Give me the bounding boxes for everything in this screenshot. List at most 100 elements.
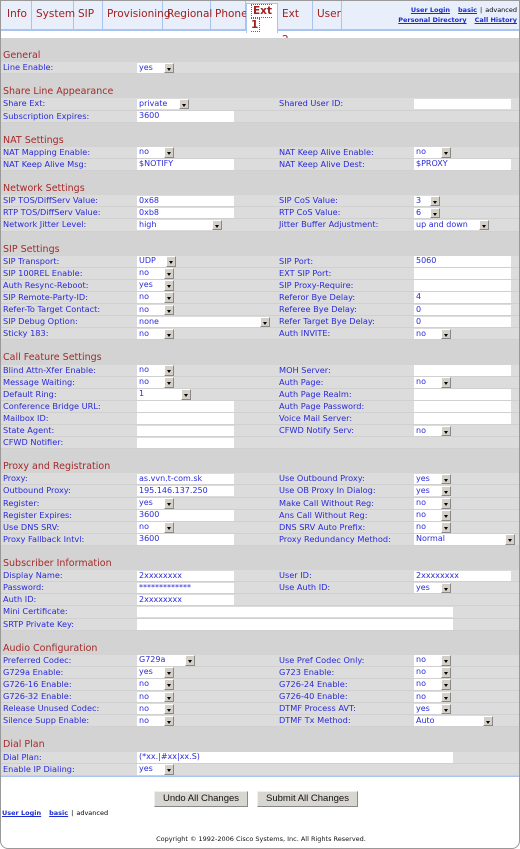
ext-sip-port-input[interactable] (414, 268, 511, 279)
submit-all-changes-button[interactable]: Submit All Changes (257, 791, 358, 807)
share-ext-select[interactable]: private (137, 98, 189, 110)
release-unused-codec-select[interactable]: no (137, 703, 174, 715)
g726-40-enable-select[interactable]: no (414, 691, 451, 703)
sip-tos-diffserv-value-input[interactable]: 0x68 (137, 195, 234, 207)
chevron-down-icon[interactable] (179, 98, 189, 110)
sip-transport-select[interactable]: UDP (137, 256, 176, 267)
cfwd-notifier-input[interactable] (137, 437, 234, 449)
chevron-down-icon[interactable] (441, 328, 451, 340)
bottom-basic-link[interactable]: basic (49, 809, 68, 817)
password-input[interactable]: ************* (137, 582, 234, 594)
message-waiting-select[interactable]: no (137, 377, 174, 388)
g726-16-enable-select[interactable]: no (137, 679, 174, 690)
g726-32-enable-select[interactable]: no (137, 691, 174, 703)
preferred-codec-select[interactable]: G729a (137, 655, 195, 666)
dns-srv-auto-prefix-select[interactable]: no (414, 522, 451, 533)
make-call-without-reg-select[interactable]: no (414, 498, 451, 509)
chevron-down-icon[interactable] (441, 667, 451, 678)
proxy-fallback-intvl-input[interactable]: 3600 (137, 534, 234, 545)
network-jitter-level-select[interactable]: high (137, 219, 222, 231)
ans-call-without-reg-select[interactable]: no (414, 510, 451, 521)
tab-sip[interactable]: SIP (74, 1, 103, 29)
tab-user[interactable]: User (313, 1, 342, 29)
sip-cos-value-select[interactable]: 3 (414, 195, 440, 207)
enable-ip-dialing-select[interactable]: yes (137, 764, 174, 775)
chevron-down-icon[interactable] (164, 377, 174, 388)
refer-target-bye-delay-input[interactable]: 0 (414, 316, 511, 328)
chevron-down-icon[interactable] (164, 715, 174, 727)
chevron-down-icon[interactable] (441, 485, 451, 497)
auth-id-input[interactable]: 2xxxxxxxx (137, 594, 234, 606)
nat-keep-alive-dest-input[interactable]: $PROXY (414, 159, 511, 170)
chevron-down-icon[interactable] (185, 655, 195, 666)
tab-regional[interactable]: Regional (163, 1, 212, 29)
tab-ext-1[interactable]: Ext 1 (246, 3, 278, 33)
silence-supp-enable-select[interactable]: no (137, 715, 174, 727)
chevron-down-icon[interactable] (441, 522, 451, 533)
conference-bridge-url-input[interactable] (137, 401, 234, 412)
srtp-private-key-input[interactable] (137, 619, 453, 630)
chevron-down-icon[interactable] (164, 679, 174, 690)
sip-debug-option-select[interactable]: none (137, 316, 270, 328)
chevron-down-icon[interactable] (441, 691, 451, 703)
chevron-down-icon[interactable] (441, 582, 451, 594)
use-dns-srv-select[interactable]: no (137, 522, 174, 533)
tab-ext-2[interactable]: Ext 2 (278, 1, 313, 46)
g726-24-enable-select[interactable]: no (414, 679, 451, 690)
nat-keep-alive-msg-input[interactable]: $NOTIFY (137, 159, 234, 170)
state-agent-input[interactable] (137, 425, 234, 436)
auth-resync-reboot-select[interactable]: yes (137, 280, 174, 291)
chevron-down-icon[interactable] (441, 655, 451, 666)
display-name-input[interactable]: 2xxxxxxxx (137, 570, 234, 582)
chevron-down-icon[interactable] (164, 304, 174, 316)
use-pref-codec-only-select[interactable]: no (414, 655, 451, 666)
chevron-down-icon[interactable] (479, 219, 489, 231)
referor-bye-delay-input[interactable]: 4 (414, 292, 511, 303)
chevron-down-icon[interactable] (441, 679, 451, 690)
chevron-down-icon[interactable] (212, 219, 222, 231)
register-select[interactable]: yes (137, 498, 174, 509)
chevron-down-icon[interactable] (164, 280, 174, 291)
chevron-down-icon[interactable] (430, 195, 440, 207)
chevron-down-icon[interactable] (164, 328, 174, 340)
chevron-down-icon[interactable] (441, 510, 451, 521)
mailbox-id-input[interactable] (137, 413, 234, 424)
tab-phone[interactable]: Phone (211, 1, 248, 29)
chevron-down-icon[interactable] (164, 522, 174, 533)
undo-all-changes-button[interactable]: Undo All Changes (154, 791, 248, 807)
chevron-down-icon[interactable] (164, 764, 174, 775)
use-outbound-proxy-select[interactable]: yes (414, 473, 451, 485)
tab-system[interactable]: System (32, 1, 75, 29)
mini-certificate-input[interactable] (137, 606, 453, 618)
proxy-input[interactable]: as.vvn.t-com.sk (137, 473, 234, 485)
nat-mapping-enable-select[interactable]: no (137, 147, 174, 158)
personal-directory-link[interactable]: Personal Directory (398, 16, 466, 24)
blind-attn-xfer-enable-select[interactable]: no (137, 365, 174, 376)
nat-keep-alive-enable-select[interactable]: no (414, 147, 451, 158)
refer-to-target-contact-select[interactable]: no (137, 304, 174, 316)
use-auth-id-select[interactable]: yes (414, 582, 451, 594)
chevron-down-icon[interactable] (164, 365, 174, 376)
rtp-tos-diffserv-value-input[interactable]: 0xb8 (137, 207, 234, 219)
rtp-cos-value-select[interactable]: 6 (414, 207, 440, 219)
tab-provisioning[interactable]: Provisioning (103, 1, 171, 29)
moh-server-input[interactable] (414, 365, 511, 376)
sip-port-input[interactable]: 5060 (414, 256, 511, 267)
auth-invite-select[interactable]: no (414, 328, 451, 340)
chevron-down-icon[interactable] (164, 498, 174, 509)
chevron-down-icon[interactable] (164, 268, 174, 279)
call-history-link[interactable]: Call History (475, 16, 517, 24)
use-ob-proxy-in-dialog-select[interactable]: yes (414, 485, 451, 497)
auth-page-realm-input[interactable] (414, 389, 511, 400)
chevron-down-icon[interactable] (483, 715, 493, 727)
chevron-down-icon[interactable] (164, 667, 174, 678)
chevron-down-icon[interactable] (441, 498, 451, 509)
chevron-down-icon[interactable] (441, 703, 451, 715)
basic-link[interactable]: basic (458, 6, 477, 14)
chevron-down-icon[interactable] (505, 534, 515, 545)
chevron-down-icon[interactable] (164, 691, 174, 703)
g723-enable-select[interactable]: no (414, 667, 451, 678)
proxy-redundancy-method-select[interactable]: Normal (414, 534, 515, 545)
register-expires-input[interactable]: 3600 (137, 510, 234, 521)
chevron-down-icon[interactable] (164, 292, 174, 303)
